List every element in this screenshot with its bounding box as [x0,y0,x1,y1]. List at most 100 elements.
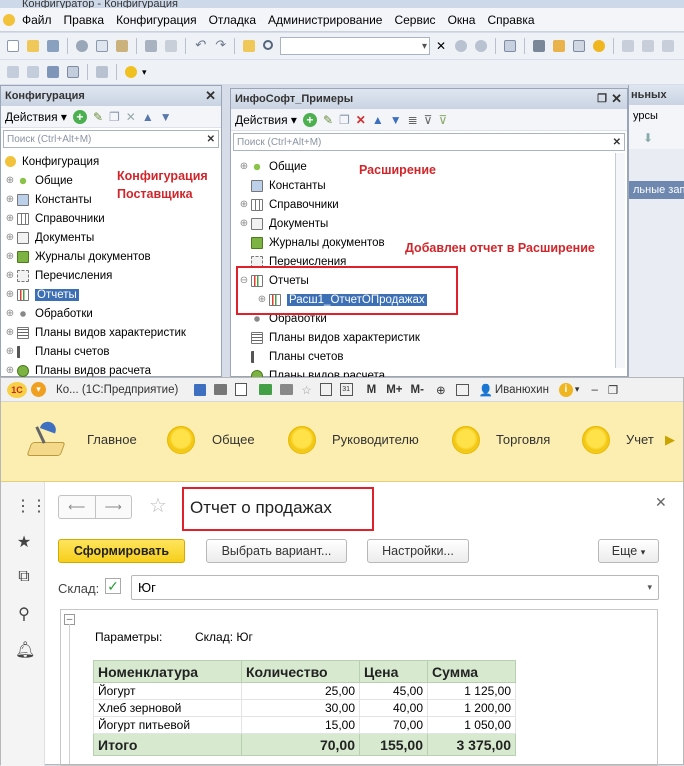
paste-icon[interactable] [113,37,131,55]
scroll-right-icon[interactable]: ▶ [665,432,675,448]
copy-icon[interactable] [93,37,111,55]
edit-icon[interactable]: ✎ [93,110,103,124]
delete-icon[interactable] [162,37,180,55]
user-name[interactable]: Иванюхин [495,384,549,396]
config-search-input[interactable]: Поиск (Ctrl+Alt+M) ✕ [3,130,219,148]
main-section-icon[interactable] [23,419,67,462]
extra-tool2-icon[interactable] [639,37,657,55]
close-icon[interactable]: ✕ [205,86,216,106]
print-icon[interactable] [142,37,160,55]
extension-search-input[interactable]: Поиск (Ctrl+Alt+M) ✕ [233,133,625,151]
run-icon[interactable] [93,63,111,81]
extra-tool-icon[interactable] [619,37,637,55]
close-icon[interactable]: ✕ [611,89,622,109]
minimize-icon[interactable]: – [591,384,597,396]
redo-icon[interactable]: ↷ [211,37,229,55]
tree-item-reports[interactable]: ⊕ Отчеты [5,285,221,304]
chevron-down-icon[interactable]: ▾ [422,41,427,52]
tree-item-catalogs[interactable]: ⊕ Справочники [5,209,221,228]
warehouse-checkbox[interactable]: ✓ [105,578,121,594]
move-down-icon[interactable]: ▼ [160,110,172,124]
clear-search-icon[interactable]: ✕ [613,137,621,148]
table-row[interactable]: Йогурт питьевой 15,00 70,00 1 050,00 [93,716,516,734]
panels-icon[interactable] [455,383,469,396]
section-trade[interactable]: Торговля [496,432,550,447]
sort-icon[interactable]: ≣ [408,113,418,127]
menu-help[interactable]: Справка [481,8,540,32]
tree-item-chart-of-characteristic-types[interactable]: ⊕ Планы видов характеристик [5,323,221,342]
debug-icon[interactable] [530,37,548,55]
delete-icon[interactable]: ✕ [356,113,366,127]
section-common[interactable]: Общее [212,432,255,447]
calculator-icon[interactable] [319,383,332,396]
preview-icon[interactable] [235,383,248,396]
choose-variant-button[interactable]: Выбрать вариант... [206,539,347,563]
section-management-icon[interactable] [288,426,316,454]
menu-edit[interactable]: Правка [58,8,111,32]
scrollbar[interactable] [615,153,625,368]
menu-administration[interactable]: Администрирование [262,8,388,32]
section-common-icon[interactable] [167,426,195,454]
window-restore-icon[interactable]: ❐ [597,89,607,109]
actions-menu[interactable]: Действия ▾ [235,113,297,127]
attachment-icon[interactable] [259,384,273,395]
move-down-icon[interactable]: ▼ [390,113,402,127]
delete-icon[interactable]: ✕ [126,110,136,124]
start-debug-icon[interactable] [122,63,140,81]
warehouse-field[interactable]: Юг ▾ [131,575,659,600]
save-icon[interactable] [44,37,62,55]
edit-icon[interactable]: ✎ [323,113,333,127]
close-icon[interactable]: ✕ [655,494,667,511]
actions-menu[interactable]: Действия ▾ [5,110,67,124]
tree-item-processing[interactable]: ⊕ Обработки [5,304,221,323]
chevron-down-icon[interactable]: ▾ [575,384,580,395]
clear-search-icon[interactable]: ✕ [432,37,450,55]
move-up-icon[interactable]: ▲ [372,113,384,127]
filter-icon[interactable]: ⊽ [424,113,433,127]
find-next-icon[interactable] [452,37,470,55]
generate-button[interactable]: Сформировать [58,539,185,563]
favorites-icon[interactable]: ☆ [301,383,311,397]
db-update-icon[interactable] [44,63,62,81]
filter-clear-icon[interactable]: ⊽ [438,113,447,127]
new-icon[interactable] [4,37,22,55]
undo-icon[interactable]: ↶ [191,37,209,55]
search-icon[interactable]: ⚲ [15,604,33,624]
tree-item-journals[interactable]: ⊕ Журналы документов [5,247,221,266]
forward-arrow-icon[interactable]: ⟶ [96,496,132,518]
tree-item-chart-of-characteristic-types[interactable]: Планы видов характеристик [239,328,627,347]
tree-item-constants[interactable]: Константы [239,176,627,195]
tree-item-documents[interactable]: ⊕ Документы [239,214,627,233]
restore-icon[interactable]: ❐ [608,383,618,397]
table-row[interactable]: Йогурт 25,00 45,00 1 125,00 [93,682,516,700]
tree-item-enums[interactable]: ⊕ Перечисления [5,266,221,285]
tree-item-catalogs[interactable]: ⊕ Справочники [239,195,627,214]
menu-windows[interactable]: Окна [442,8,482,32]
memory-subtract-button[interactable]: M- [411,384,424,396]
tree-item-documents[interactable]: ⊕ Документы [5,228,221,247]
find-prev-icon[interactable] [472,37,490,55]
search-icon[interactable] [260,37,278,55]
windows-icon[interactable] [501,37,519,55]
memory-button[interactable]: M [367,384,377,396]
favorites-icon[interactable]: ★ [15,532,33,552]
zoom-icon[interactable]: ⊕ [436,383,446,397]
grid-menu-icon[interactable]: ⋮⋮ [15,496,47,516]
open-icon[interactable] [24,37,42,55]
docs-icon[interactable] [570,37,588,55]
notifications-icon[interactable]: 🔔︎ [15,640,35,660]
add-icon[interactable]: + [302,112,317,127]
section-management[interactable]: Руководителю [332,432,419,447]
more-button[interactable]: Еще ▾ [598,539,659,563]
arrow-down-icon[interactable]: ⬇ [629,127,684,149]
add-icon[interactable]: + [72,109,87,124]
background-panel-tab[interactable]: урсы [629,105,684,127]
find-in-tree-icon[interactable] [240,37,258,55]
tree-item-chart-of-accounts[interactable]: ⊕ Планы счетов [5,342,221,361]
merge-icon[interactable] [24,63,42,81]
section-accounting-icon[interactable] [582,426,610,454]
print-icon[interactable] [214,384,228,395]
copy-icon[interactable]: ❐ [109,110,120,124]
info-icon[interactable] [590,37,608,55]
syntax-helper-icon[interactable] [550,37,568,55]
